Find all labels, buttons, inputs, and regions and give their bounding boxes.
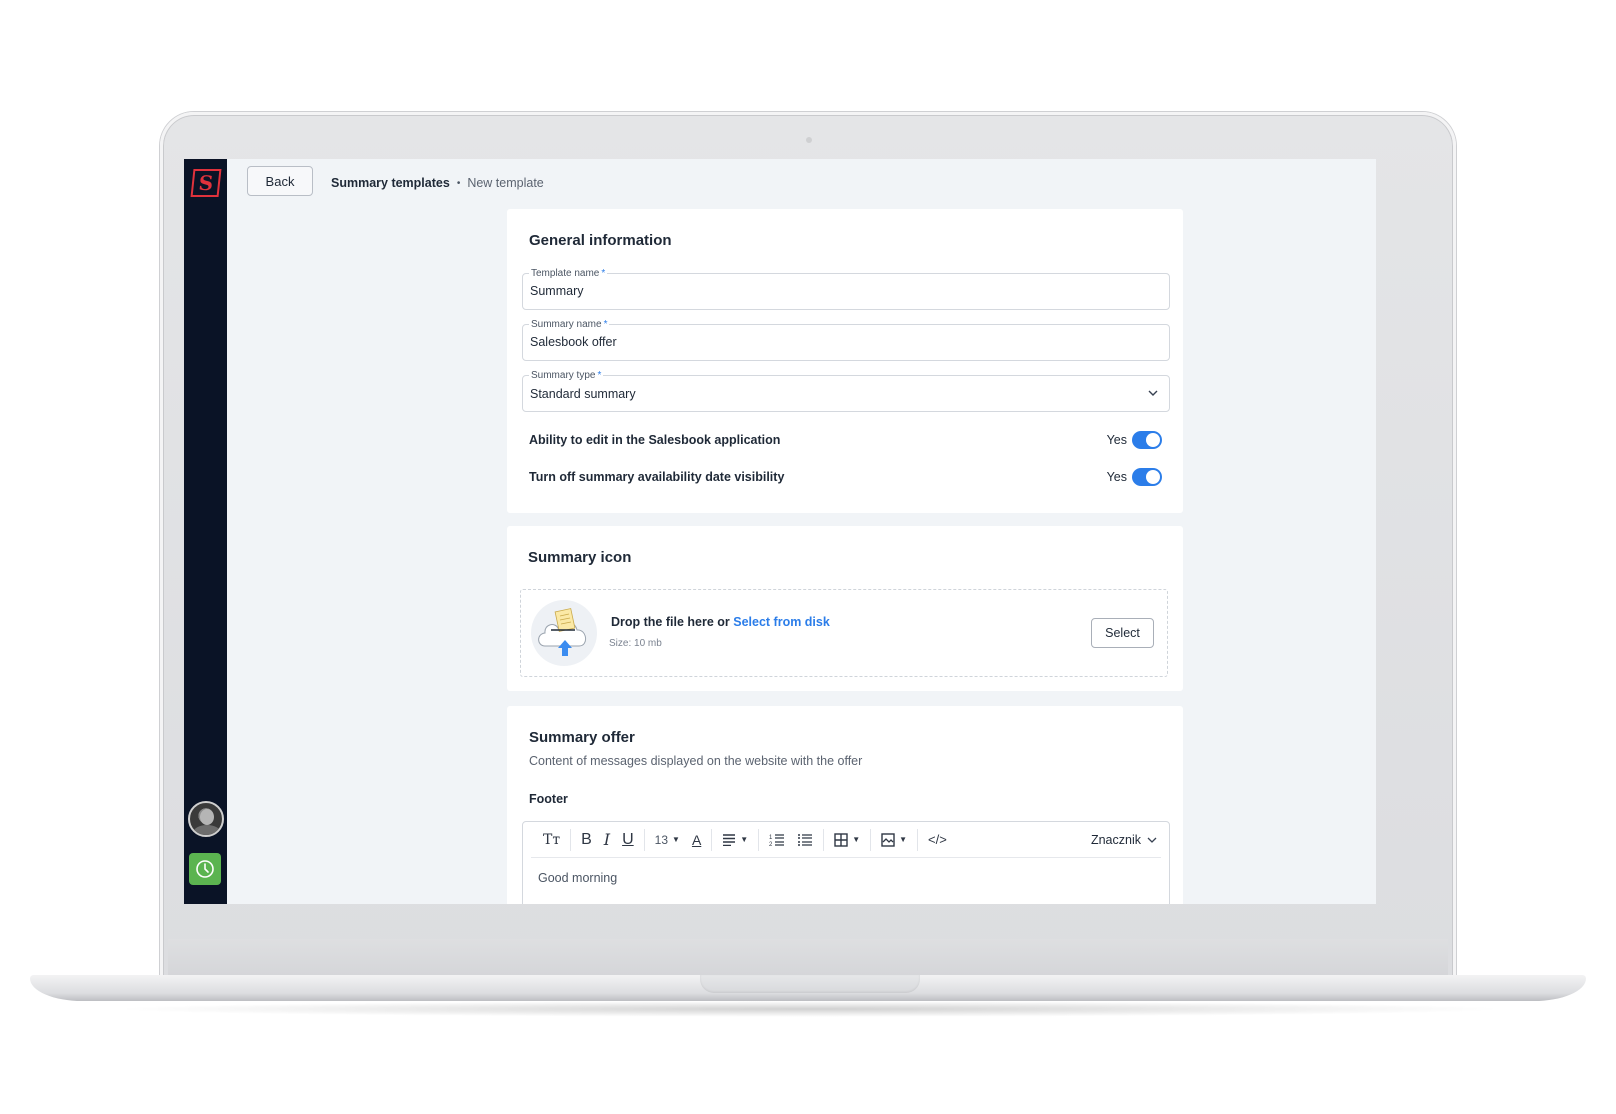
toolbar-divider [643,828,645,851]
general-information-card: General information Template name * Summa… [507,209,1183,513]
clock-icon [196,860,214,878]
align-left-icon [723,833,736,846]
summary-icon-title: Summary icon [528,549,632,566]
summary-offer-card: Summary offer Content of messages displa… [507,706,1183,904]
chevron-down-icon [1147,837,1157,843]
general-information-title: General information [529,232,672,249]
cloud-upload-illustration [538,608,586,656]
breadcrumb-separator: • [456,177,461,189]
table-icon [834,832,848,847]
summary-offer-title: Summary offer [529,729,635,746]
breadcrumb-current: New template [467,176,544,190]
summary-type-select[interactable]: Summary type * Standard summary [522,370,1170,412]
toolbar-divider [570,828,572,851]
summary-icon-card: Summary icon Drop the file here or Selec… [507,526,1183,691]
toolbar-divider [758,828,760,851]
summary-offer-subtitle: Content of messages displayed on the web… [529,754,863,768]
text-style-button[interactable]: Tт [537,829,566,851]
file-dropzone[interactable]: Drop the file here or Select from disk S… [520,589,1168,677]
caret-down-icon: ▼ [740,835,749,844]
template-name-field[interactable]: Template name * [522,268,1170,310]
editor-toolbar-divider [531,857,1161,858]
numbered-list-button[interactable]: 12 [763,829,791,851]
toggle-row-edit-in-app: Ability to edit in the Salesbook applica… [529,430,1162,450]
marker-label: Znacznik [1090,832,1141,847]
select-from-disk-link[interactable]: Select from disk [733,615,830,629]
caret-down-icon: ▼ [899,835,908,844]
font-color-button[interactable]: A [686,829,707,851]
footer-label: Footer [529,792,568,806]
image-icon [881,832,895,847]
align-dropdown[interactable]: ▼ [716,829,754,851]
select-file-button[interactable]: Select [1091,618,1154,648]
toggle-value-text: Yes [1106,433,1127,447]
template-name-input[interactable] [530,284,1130,298]
numbered-list-icon: 12 [769,833,785,847]
sidebar: S [184,159,227,904]
caret-down-icon: ▼ [852,835,861,844]
breadcrumb: Summary templates • New template [331,176,544,190]
italic-button[interactable]: I [598,829,616,851]
underline-button[interactable]: U [616,829,640,851]
date-visibility-toggle[interactable] [1132,468,1162,486]
caret-down-icon: ▼ [672,835,680,844]
summary-name-label: Summary name * [529,319,610,331]
svg-text:1: 1 [769,835,773,841]
laptop-camera [806,137,812,143]
summary-name-input[interactable] [530,335,1130,349]
image-dropdown[interactable]: ▼ [875,829,913,851]
toggle-row-date-visibility: Turn off summary availability date visib… [529,467,1162,487]
laptop-notch [700,975,920,993]
breadcrumb-root[interactable]: Summary templates [331,176,450,190]
chevron-down-icon [1148,390,1158,396]
app-logo[interactable]: S [190,169,222,197]
edit-in-app-toggle[interactable] [1132,431,1162,449]
template-name-label: Template name * [529,268,608,280]
editor-content[interactable]: Good morning [538,871,617,885]
toolbar-divider [870,828,872,851]
time-tracker-button[interactable] [189,853,221,885]
max-size-text: Size: 10 mb [609,638,662,649]
font-size-dropdown[interactable]: 13 ▼ [649,829,686,851]
user-avatar[interactable] [188,801,224,837]
footer-rich-text-editor[interactable]: Tт B I U 13 ▼ A ▼ 12 ▼ ▼ </> Znacznik Go… [522,821,1170,904]
toolbar-divider [823,828,825,851]
toggle-control-date-visibility: Yes [1107,468,1162,486]
app-screen: S Back Summary templates • New template … [184,159,1376,904]
bullet-list-icon [798,833,813,846]
bold-button[interactable]: B [575,829,598,851]
toggle-label-date-visibility: Turn off summary availability date visib… [529,470,785,484]
laptop-shadow [110,1001,1510,1017]
editor-toolbar: Tт B I U 13 ▼ A ▼ 12 ▼ ▼ </> Znacznik [523,822,1169,857]
avatar-shoulders [193,825,221,835]
bullet-list-button[interactable] [791,829,819,851]
back-button[interactable]: Back [247,166,313,196]
svg-text:2: 2 [769,842,773,847]
summary-name-field[interactable]: Summary name * [522,319,1170,361]
source-code-button[interactable]: </> [922,829,953,851]
toggle-control-edit-in-app: Yes [1107,431,1162,449]
summary-type-label: Summary type * [529,370,604,382]
toolbar-divider [711,828,713,851]
toolbar-divider [917,828,919,851]
summary-type-value: Standard summary [530,387,636,401]
laptop-chin [168,939,1448,975]
dropzone-text: Drop the file here or Select from disk [611,615,830,629]
marker-dropdown[interactable]: Znacznik [1091,833,1169,847]
table-dropdown[interactable]: ▼ [828,829,866,851]
avatar-face [200,809,214,825]
toggle-label-edit-in-app: Ability to edit in the Salesbook applica… [529,433,781,447]
cloud-upload-icon [531,600,597,666]
toggle-value-text: Yes [1106,470,1127,484]
